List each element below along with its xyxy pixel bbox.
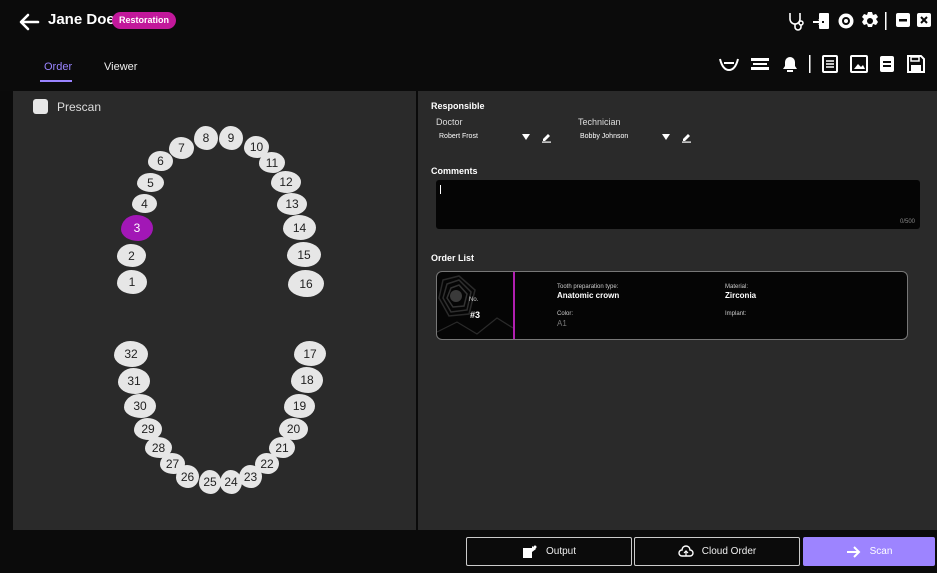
- cloud-order-label: Cloud Order: [701, 546, 757, 557]
- color-value: A1: [557, 319, 567, 328]
- tooth-7[interactable]: 7: [169, 137, 194, 159]
- tooth-31[interactable]: 31: [118, 368, 150, 394]
- doctor-label: Doctor: [436, 117, 463, 127]
- prep-type-label: Tooth preparation type:: [557, 284, 619, 290]
- prescan-label: Prescan: [57, 100, 102, 114]
- layers-icon[interactable]: [877, 55, 897, 73]
- material-label: Material:: [725, 284, 749, 290]
- toolbar-divider: [809, 55, 811, 73]
- doctor-value: Robert Frost: [439, 133, 478, 140]
- card-accent: [513, 272, 515, 339]
- tooth-11[interactable]: 11: [259, 152, 285, 173]
- tooth-1[interactable]: 1: [117, 270, 147, 294]
- technician-select[interactable]: Bobby Johnson: [578, 129, 678, 145]
- divider-icon: [885, 12, 887, 30]
- tooth-12[interactable]: 12: [271, 171, 301, 193]
- prescan-checkbox[interactable]: [33, 99, 48, 114]
- order-list-title: Order List: [431, 253, 475, 263]
- scan-body-icon[interactable]: [749, 55, 771, 73]
- export-icon[interactable]: [812, 11, 830, 31]
- tooth-24[interactable]: 24: [220, 470, 242, 494]
- tooth-5[interactable]: 5: [137, 173, 164, 192]
- comments-char-count: 0/500: [900, 219, 916, 225]
- tooth-8[interactable]: 8: [194, 126, 218, 150]
- tooth-32[interactable]: 32: [114, 341, 148, 367]
- text-caret: [440, 185, 441, 194]
- tooth-18[interactable]: 18: [291, 367, 323, 393]
- tooth-29[interactable]: 29: [134, 418, 162, 440]
- tooth-hexagon-icon: [437, 275, 513, 335]
- tooth-30[interactable]: 30: [124, 394, 156, 418]
- cloud-icon: [678, 544, 694, 557]
- cloud-order-button[interactable]: Cloud Order: [634, 537, 800, 566]
- tooth-19[interactable]: 19: [284, 394, 315, 418]
- tab-viewer[interactable]: Viewer: [104, 61, 137, 73]
- tooth-25[interactable]: 25: [199, 470, 221, 494]
- comments-textarea[interactable]: [436, 180, 920, 229]
- tooth-23[interactable]: 23: [239, 465, 262, 488]
- case-type-badge: Restoration: [112, 12, 177, 29]
- responsible-title: Responsible: [431, 101, 485, 111]
- output-icon: [522, 545, 537, 558]
- color-label: Color:: [557, 311, 574, 317]
- tooth-13[interactable]: 13: [277, 193, 307, 215]
- image-icon[interactable]: [849, 55, 869, 73]
- edit-technician-icon[interactable]: [680, 130, 693, 143]
- scan-button[interactable]: Scan: [803, 537, 935, 566]
- tooth-17[interactable]: 17: [294, 341, 326, 366]
- tooth-16[interactable]: 16: [288, 270, 324, 297]
- notes-icon[interactable]: [820, 55, 840, 73]
- tooth-15[interactable]: 15: [287, 242, 321, 267]
- back-arrow-icon[interactable]: [18, 12, 40, 32]
- lower-jaw-icon[interactable]: [718, 55, 740, 73]
- prep-type-value: Anatomic crown: [557, 291, 620, 300]
- chevron-down-icon: [522, 134, 530, 140]
- technician-value: Bobby Johnson: [580, 133, 629, 140]
- tooth-chart-panel: [13, 91, 416, 530]
- bell-icon[interactable]: [780, 55, 800, 73]
- output-label: Output: [545, 546, 577, 557]
- technician-label: Technician: [578, 117, 621, 127]
- tooth-6[interactable]: 6: [148, 151, 173, 171]
- chevron-down-icon: [662, 134, 670, 140]
- save-icon[interactable]: [906, 55, 926, 73]
- scan-label: Scan: [869, 546, 893, 557]
- active-tab-indicator: [40, 80, 72, 82]
- stethoscope-icon[interactable]: [787, 11, 805, 31]
- tooth-4[interactable]: 4: [132, 194, 157, 213]
- tooth-2[interactable]: 2: [117, 244, 146, 267]
- material-value: Zirconia: [725, 291, 757, 300]
- tooth-28[interactable]: 28: [145, 437, 172, 458]
- tooth-9[interactable]: 9: [219, 126, 243, 150]
- output-button[interactable]: Output: [466, 537, 632, 566]
- gear-icon[interactable]: [861, 11, 879, 31]
- settings-cog-icon[interactable]: [837, 11, 855, 31]
- doctor-select[interactable]: Robert Frost: [436, 129, 536, 145]
- patient-name: Jane Doe: [48, 11, 115, 28]
- tooth-14[interactable]: 14: [283, 215, 316, 240]
- tooth-3[interactable]: 3: [121, 215, 153, 241]
- edit-doctor-icon[interactable]: [540, 130, 553, 143]
- order-no-value: #3: [470, 310, 481, 320]
- tab-order[interactable]: Order: [44, 61, 72, 73]
- arrow-right-icon: [846, 545, 861, 558]
- implant-label: Implant:: [725, 311, 747, 317]
- minimize-icon[interactable]: [895, 11, 911, 29]
- order-no-label: No.: [469, 297, 479, 303]
- comments-title: Comments: [431, 166, 478, 176]
- close-icon[interactable]: [916, 11, 932, 29]
